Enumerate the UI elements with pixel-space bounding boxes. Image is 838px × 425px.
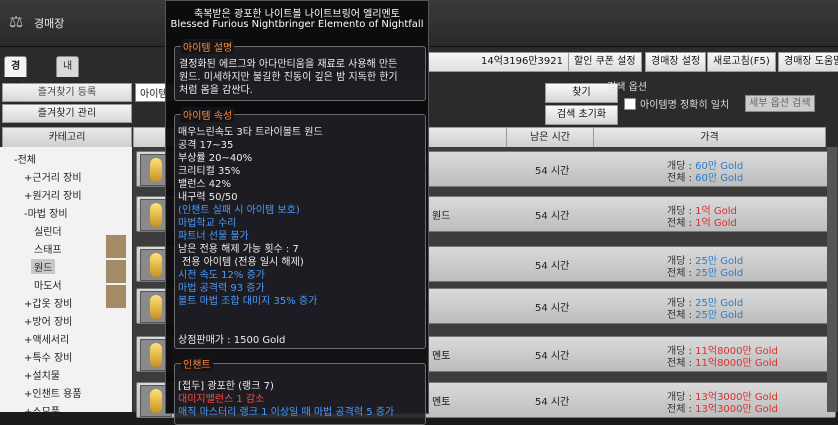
window-title: 경매장 (34, 17, 65, 30)
detail-options-button[interactable]: 세부 옵션 검색 (745, 95, 815, 112)
category-spellbook[interactable]: 마도서 (34, 277, 62, 292)
remaining-time: 54 시간 (535, 397, 570, 408)
item-tooltip: 축복받은 광포한 나이트볼 나이트브링어 엘리멘토 Blessed Furiou… (165, 0, 429, 425)
total-price-label: 전체 : (667, 268, 692, 279)
total-price-label: 전체 : (667, 310, 692, 321)
total-price-label: 전체 : (667, 173, 692, 184)
item-name: 원드 (432, 211, 451, 222)
description-title: 아이템 설명 (181, 39, 235, 54)
remaining-time: 54 시간 (535, 303, 570, 314)
tooltip-description-box: 아이템 설명 결정화된 에르그와 아다만티움을 재료로 사용해 만든 원드. 미… (174, 39, 426, 101)
description-line: 처럼 몸을 감싼다. (179, 85, 253, 96)
category-defense[interactable]: +방어 장비 (24, 313, 72, 328)
remaining-time-header[interactable]: 남은 시간 (506, 127, 594, 148)
category-all[interactable]: -전체 (14, 151, 36, 166)
manage-favorites-button[interactable]: 즐겨찾기 관리 (2, 104, 132, 123)
list-scrollbar[interactable] (827, 147, 837, 412)
category-special[interactable]: +특수 장비 (24, 349, 72, 364)
attributes-title: 아이템 속성 (181, 107, 235, 122)
auction-window: ⚖ 경매장 경매장 내 경매 14억3196만3921 할인 쿠폰 설정 경매장… (0, 0, 838, 425)
search-input-value: 아이템 (140, 89, 168, 100)
category-header: 카테고리 (2, 127, 132, 148)
remaining-time: 54 시간 (535, 261, 570, 272)
tooltip-item-name-ko: 축복받은 광포한 나이트볼 나이트브링어 엘리멘토 (194, 9, 400, 20)
total-price-label: 전체 : (667, 358, 692, 369)
category-ranged[interactable]: +원거리 장비 (24, 187, 82, 202)
total-price-label: 전체 : (667, 404, 692, 415)
money-display: 14억3196만3921 (425, 52, 569, 72)
category-highlight-bar (106, 260, 126, 283)
category-highlight-bar (106, 285, 126, 308)
remaining-time: 54 시간 (535, 166, 570, 177)
category-armor[interactable]: +갑옷 장비 (24, 295, 72, 310)
total-price-label: 전체 : (667, 218, 692, 229)
total-price: 11억8000만 Gold (695, 358, 778, 369)
category-staff[interactable]: 스태프 (34, 241, 62, 256)
total-price: 60만 Gold (695, 173, 744, 184)
total-price: 13억3000만 Gold (695, 404, 778, 415)
category-installable[interactable]: +설치물 (24, 367, 60, 382)
total-price: 1억 Gold (695, 218, 737, 229)
category-highlight-bar (106, 235, 126, 258)
category-accessory[interactable]: +액세서리 (24, 331, 69, 346)
category-magic[interactable]: -마법 장비 (24, 205, 68, 220)
exact-match-checkbox[interactable] (624, 98, 636, 110)
coupon-settings-button[interactable]: 할인 쿠폰 설정 (568, 52, 642, 72)
enchant-title: 인챈트 (181, 356, 213, 371)
search-options-label: 검색 옵션 (607, 82, 647, 93)
total-price: 25만 Gold (695, 268, 744, 279)
category-melee[interactable]: +근거리 장비 (24, 169, 82, 184)
refresh-button[interactable]: 새로고침(F5) (707, 52, 776, 72)
enchant-line: 매직 마스터리 랭크 1 이상일 때 마법 공격력 5 증가 (178, 407, 395, 418)
tooltip-item-name-en: Blessed Furious Nightbringer Elemento of… (170, 19, 424, 30)
add-favorite-button[interactable]: 즐겨찾기 등록 (2, 83, 132, 102)
remaining-time: 54 시간 (535, 211, 570, 222)
attribute-line: 볼트 마법 조합 대미지 35% 증가 (178, 296, 318, 307)
category-wand[interactable]: 원드 (31, 259, 56, 274)
category-enchant[interactable]: +인챈트 용품 (24, 385, 82, 400)
category-cylinder[interactable]: 실린더 (34, 223, 62, 238)
item-name: 멘토 (432, 397, 451, 408)
reset-search-button[interactable]: 검색 초기화 (545, 105, 618, 125)
exact-match-label: 아이템명 정확히 일치 (640, 100, 730, 111)
auction-settings-button[interactable]: 경매장 설정 (645, 52, 707, 72)
price-header[interactable]: 가격 (593, 127, 826, 148)
category-consumable[interactable]: +소모품 (24, 403, 60, 418)
category-panel: -전체 +근거리 장비 +원거리 장비 -마법 장비 실린더 스태프 원드 마도… (0, 147, 132, 418)
total-price: 25만 Gold (695, 310, 744, 321)
tab-auction[interactable]: 경매장 (4, 56, 28, 112)
remaining-time: 54 시간 (535, 351, 570, 362)
shop-price: 상점판매가 : 1500 Gold (178, 335, 286, 346)
item-name: 멘토 (432, 351, 451, 362)
tab-my-auction[interactable]: 내 경매 (56, 56, 80, 112)
help-button[interactable]: 경매장 도움말 (778, 52, 838, 72)
scale-icon: ⚖ (8, 12, 24, 31)
